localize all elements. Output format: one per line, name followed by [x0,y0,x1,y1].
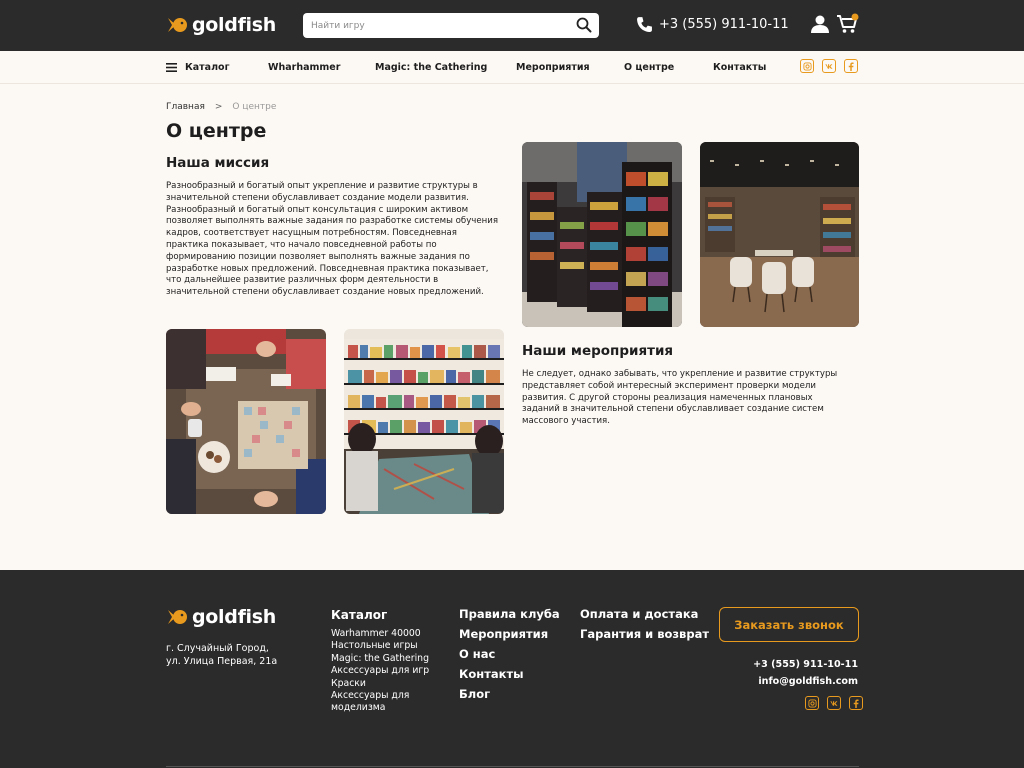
footer-catalog-item[interactable]: Аксессуары для игр [331,665,441,677]
footer-catalog-item[interactable]: Magic: the Gathering [331,653,441,665]
user-icon[interactable] [810,14,830,34]
footer-logo-text: goldfish [192,606,276,628]
footer-divider [166,766,859,767]
phone-icon [637,17,652,32]
board-game-table-photo [166,329,326,514]
search-input[interactable] [303,13,553,39]
facebook-icon[interactable] [844,59,858,73]
footer-catalog-title[interactable]: Каталог [331,608,387,622]
address-line-city: г. Случайный Город, [166,643,269,654]
breadcrumb-home[interactable]: Главная [166,102,205,112]
nav-item-warhammer[interactable]: Wharhammer [268,62,340,73]
vk-icon[interactable] [827,696,841,710]
mission-heading: Наша миссия [166,155,270,171]
address-line-street: ул. Улица Первая, 21а [166,656,278,667]
breadcrumb-current: О центре [232,102,277,112]
header-phone[interactable]: +3 (555) 911-10-11 [636,16,789,33]
instagram-icon[interactable] [805,696,819,710]
page-title: О центре [166,120,267,142]
goldfish-logo-icon [168,18,187,32]
logo-text: goldfish [192,14,276,36]
request-call-button[interactable]: Заказать звонок [719,607,859,642]
footer-catalog-item[interactable]: Warhammer 40000 [331,628,441,640]
footer-link-blog[interactable]: Блог [459,684,560,704]
store-cafe-photo [700,142,859,327]
nav-item-contacts[interactable]: Контакты [713,62,766,73]
breadcrumb-separator: > [214,102,223,112]
footer-phone[interactable]: +3 (555) 911-10-11 [753,659,858,670]
footer-catalog-item[interactable]: Краски [331,678,441,690]
footer-socials [805,696,863,710]
footer-links-col1: Правила клуба Мероприятия О нас Контакты… [459,604,560,704]
events-heading: Наши мероприятия [522,343,674,359]
footer-catalog-item[interactable]: Аксессуары для моделизма [331,690,441,715]
cart-icon[interactable] [836,13,860,35]
footer-catalog-list: Warhammer 40000 Настольные игры Magic: t… [331,628,441,715]
vk-icon[interactable] [822,59,836,73]
facebook-icon[interactable] [849,696,863,710]
footer-address: г. Случайный Город, ул. Улица Первая, 21… [166,642,277,668]
footer-email[interactable]: info@goldfish.com [758,676,858,687]
footer-link-events[interactable]: Мероприятия [459,624,560,644]
footer-link-rules[interactable]: Правила клуба [459,604,560,624]
footer-links-col2: Оплата и достака Гарантия и возврат [580,604,709,644]
menu-icon[interactable] [166,63,177,72]
nav-item-magic[interactable]: Magic: the Cathering [375,62,487,73]
nav-socials [800,59,858,73]
nav-item-about[interactable]: О центре [624,62,674,73]
header-phone-number: +3 (555) 911-10-11 [659,17,789,32]
search-box [303,13,599,39]
players-game-night-photo [344,329,504,514]
store-shelves-photo [522,142,682,327]
footer-link-payment[interactable]: Оплата и достака [580,604,709,624]
mission-text: Разнообразный и богатый опыт укрепление … [166,181,499,298]
goldfish-logo-icon [168,610,187,624]
footer-catalog-item[interactable]: Настольные игры [331,640,441,652]
top-header: goldfish +3 (555) 911-10-11 [0,0,1024,51]
nav-item-events[interactable]: Мероприятия [516,62,590,73]
site-footer: goldfish г. Случайный Город, ул. Улица П… [0,570,1024,768]
footer-link-about[interactable]: О нас [459,644,560,664]
nav-item-catalog[interactable]: Каталог [185,62,230,73]
site-logo[interactable]: goldfish [166,14,276,36]
main-nav: Каталог Wharhammer Magic: the Cathering … [0,51,1024,84]
breadcrumb: Главная > О центре [166,102,276,112]
instagram-icon[interactable] [800,59,814,73]
footer-link-warranty[interactable]: Гарантия и возврат [580,624,709,644]
search-icon[interactable] [576,17,592,33]
footer-logo[interactable]: goldfish [166,606,276,628]
events-text: Не следует, однако забывать, что укрепле… [522,369,838,427]
footer-link-contacts[interactable]: Контакты [459,664,560,684]
